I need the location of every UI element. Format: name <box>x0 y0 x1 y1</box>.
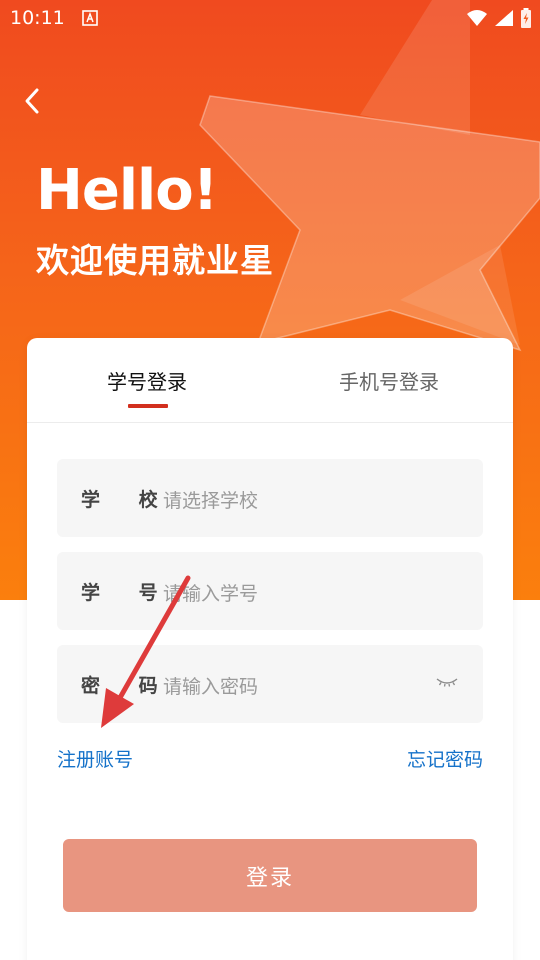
login-card: 学号登录 手机号登录 学 校 请选择学校 学 号 请输入学号 密 码 请输入密码… <box>27 338 513 960</box>
login-tabs: 学号登录 手机号登录 <box>27 338 513 423</box>
battery-charging-icon <box>521 8 531 28</box>
school-field[interactable]: 学 校 请选择学校 <box>57 459 483 537</box>
register-link[interactable]: 注册账号 <box>57 745 133 772</box>
status-time: 10:11 <box>10 7 65 29</box>
tab-student-login[interactable]: 学号登录 <box>107 366 187 395</box>
student-id-placeholder: 请输入学号 <box>163 583 259 605</box>
password-field[interactable]: 密 码 请输入密码 <box>57 645 483 723</box>
school-label: 学 校 <box>81 489 174 511</box>
password-label: 密 码 <box>81 675 174 697</box>
student-id-label: 学 号 <box>81 582 174 604</box>
back-icon[interactable] <box>18 86 48 116</box>
forgot-password-link[interactable]: 忘记密码 <box>407 745 483 772</box>
tab-phone-login[interactable]: 手机号登录 <box>339 366 439 395</box>
welcome-subtitle: 欢迎使用就业星 <box>36 241 274 280</box>
notification-app-icon <box>82 10 98 26</box>
student-id-field[interactable]: 学 号 请输入学号 <box>57 552 483 630</box>
active-tab-indicator <box>128 404 168 408</box>
school-placeholder: 请选择学校 <box>163 490 259 512</box>
password-placeholder: 请输入密码 <box>163 676 259 698</box>
signal-icon <box>495 10 513 26</box>
login-button[interactable]: 登录 <box>63 839 477 912</box>
status-icons <box>466 8 532 28</box>
greeting-title: Hello! <box>36 158 218 223</box>
status-bar: 10:11 <box>0 0 540 36</box>
wifi-icon <box>467 10 487 26</box>
eye-closed-icon[interactable] <box>435 675 459 691</box>
